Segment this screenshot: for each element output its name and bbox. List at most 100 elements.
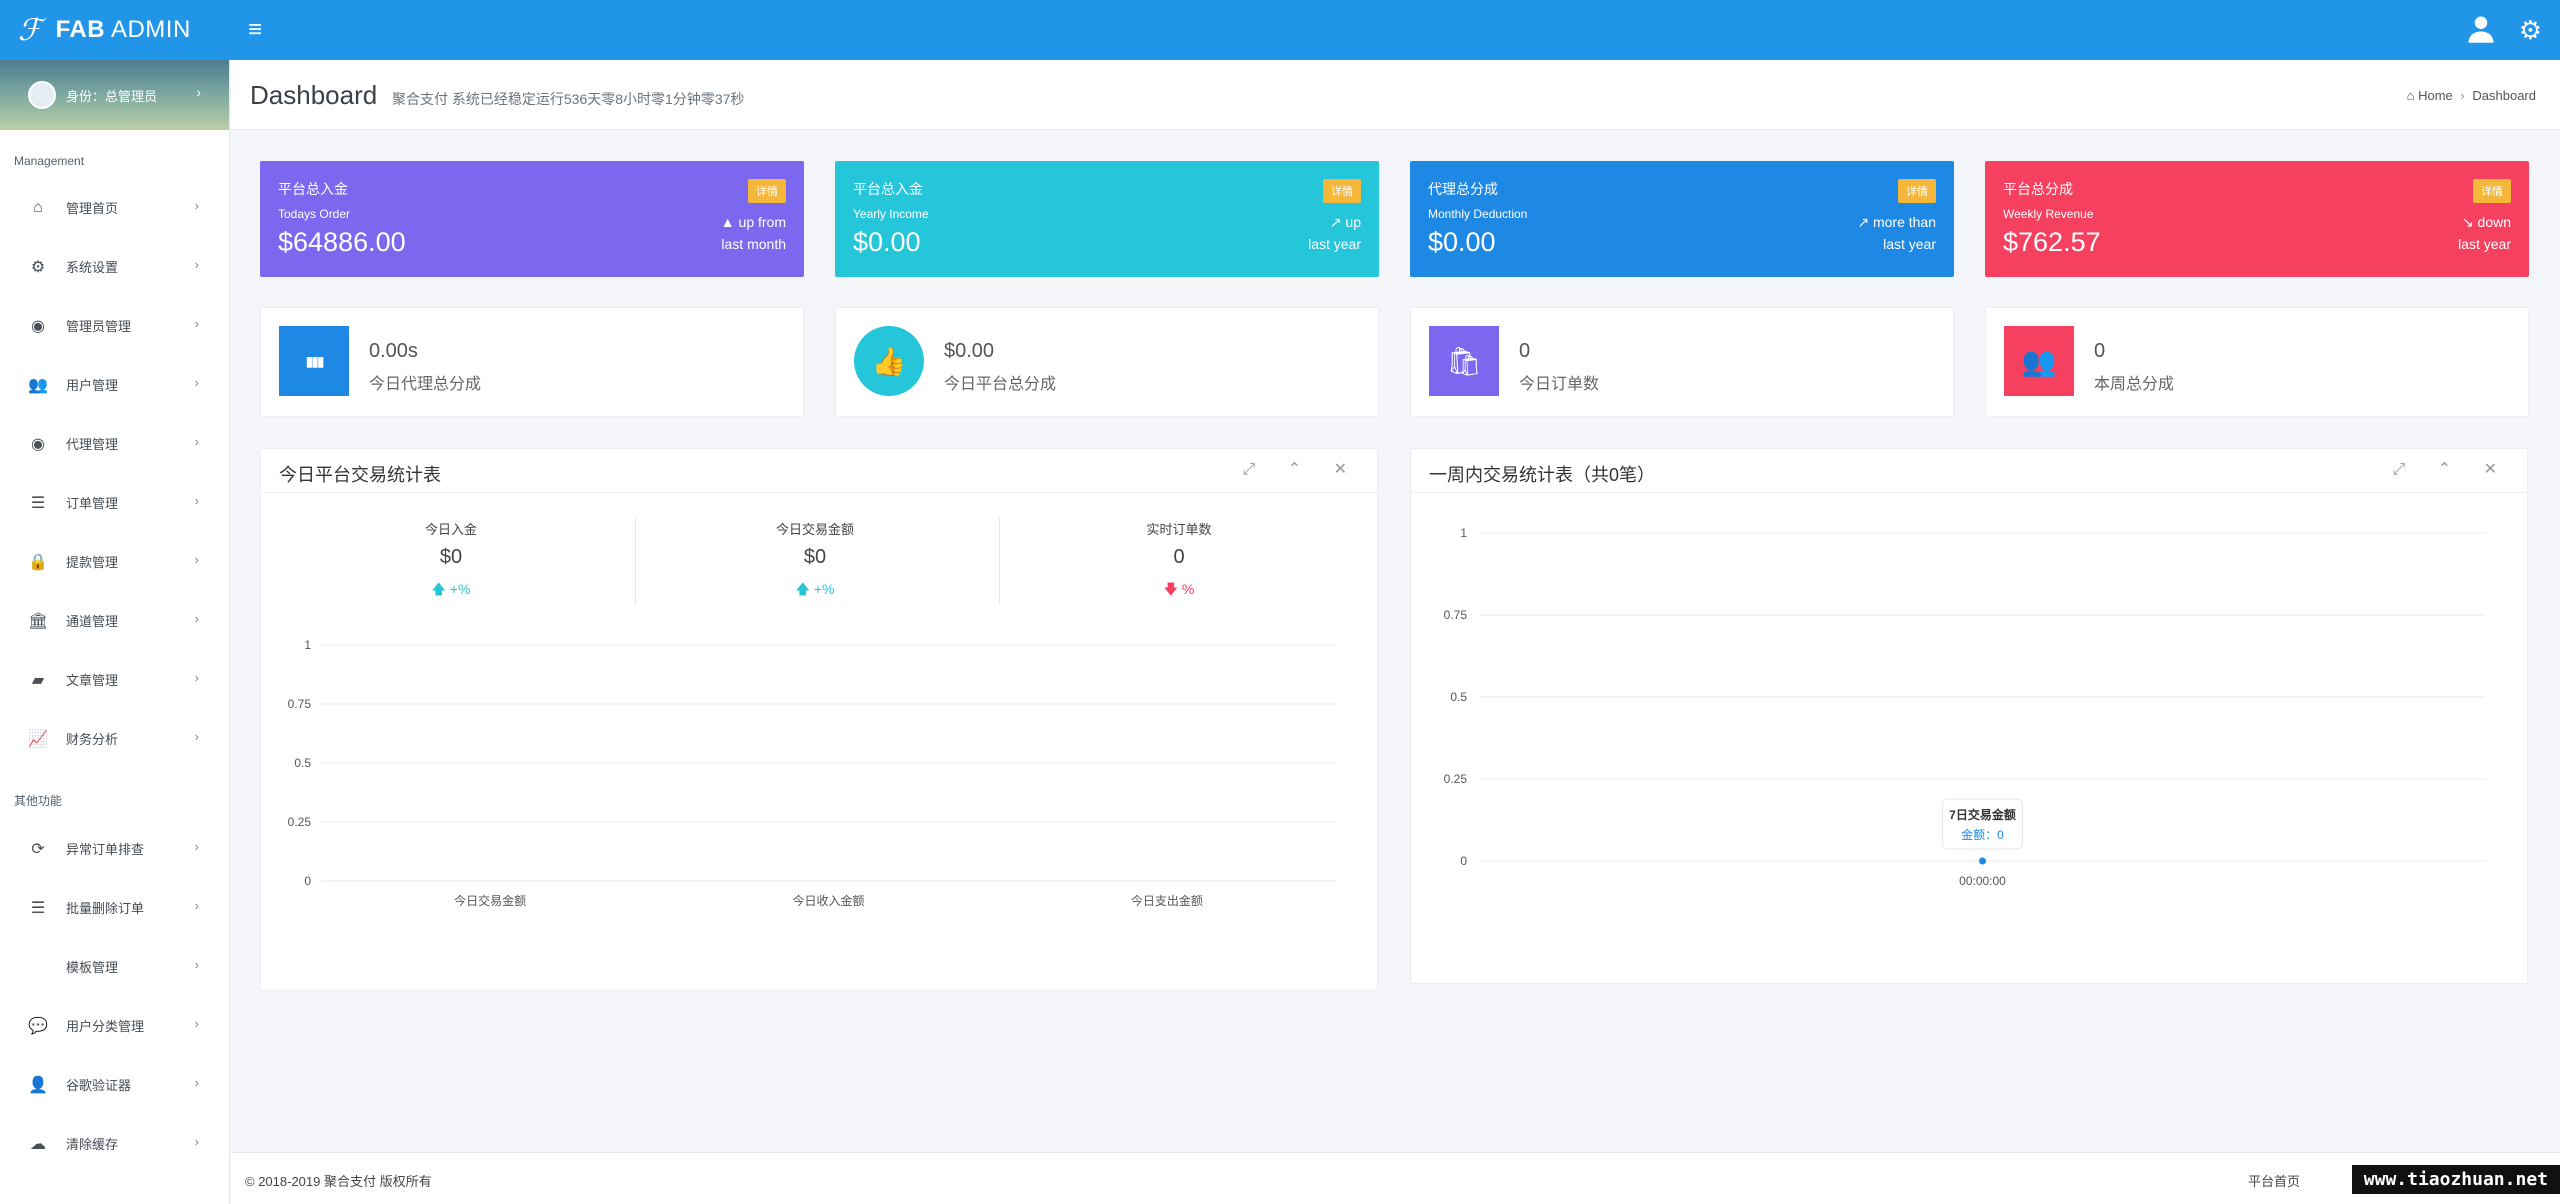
stat-card: 平台总入金 Todays Order $64886.00 详情 ▲ up from las… — [260, 161, 804, 277]
arrow-up-icon: 🡅 — [795, 581, 814, 597]
x-tick-label: 今日交易金额 — [454, 893, 526, 908]
sidebar-item-label: 提款管理 — [66, 555, 119, 570]
chevron-right-icon: › — [194, 434, 199, 449]
wechat-icon: 💬 — [28, 1017, 48, 1035]
sidebar-item[interactable]: 🏛 通道管理 › — [0, 591, 229, 650]
sidebar-item[interactable]: 💬 用户分类管理 › — [0, 996, 229, 1055]
breadcrumb-home[interactable]: Home — [2418, 88, 2453, 103]
bar-chart-icon: ▮▮▮ — [279, 326, 349, 396]
arrow-up-icon: 🡅 — [431, 581, 450, 597]
sidebar-item-label: 系统设置 — [66, 260, 119, 275]
trend-arrow-icon: ↗ — [1329, 214, 1346, 230]
sidebar-item-label: 管理首页 — [66, 201, 119, 216]
trend-period: last year — [1883, 236, 1936, 252]
weekly-line-chart: 0 0.25 0.5 0.75 1 00:00:00 7日交易金额金额：0 — [1444, 526, 2486, 888]
bank-icon: 🏛 — [28, 612, 49, 630]
mini-stat-value: $0.00 — [944, 340, 995, 362]
y-tick-label: 0.5 — [1450, 690, 1467, 704]
y-tick-label: 0.75 — [288, 697, 312, 711]
footer-link-home[interactable]: 平台首页 — [2248, 1171, 2300, 1190]
chevron-right-icon: › — [194, 670, 199, 685]
mini-stat-card: 👍 $0.00 今日平台总分成 — [835, 307, 1379, 417]
trend-period: last month — [721, 236, 786, 252]
summary-label: 今日入金 — [424, 522, 477, 537]
x-tick-label: 今日收入金额 — [792, 893, 864, 908]
sidebar-item[interactable]: ☰ 批量删除订单 › — [0, 878, 229, 937]
sidebar-item[interactable]: 模板管理 › — [0, 937, 229, 996]
chevron-right-icon: › — [194, 316, 199, 331]
sidebar-item-label: 谷歌验证器 — [66, 1078, 132, 1093]
user-icon[interactable] — [2466, 14, 2496, 44]
sidebar-item[interactable]: 👥 用户管理 › — [0, 355, 229, 414]
thumbs-up-icon: 👍 — [854, 326, 924, 396]
user-icon: 👤 — [28, 1076, 48, 1094]
breadcrumb-current: Dashboard — [2472, 88, 2536, 103]
divider — [635, 517, 636, 605]
panel-header: 一周内交易统计表（共0笔） ⤢ ⌃ ✕ — [1411, 449, 2527, 493]
logo-icon: ℱ — [18, 12, 42, 48]
chevron-right-icon: › — [194, 198, 199, 213]
app-logo[interactable]: ℱ FAB ADMIN — [0, 0, 230, 60]
line-chart-icon: 📈 — [28, 730, 48, 748]
sidebar-item[interactable]: ⟳ 异常订单排查 › — [0, 819, 229, 878]
top-navbar: ℱ FAB ADMIN ≡ ⚙ — [0, 0, 2560, 60]
y-tick-label: 1 — [304, 638, 311, 652]
panel-weekly-stats: 一周内交易统计表（共0笔） ⤢ ⌃ ✕ 0 0.25 0.5 0.75 1 00:00:0… — [1410, 448, 2528, 984]
summary-stat: 实时订单数 0 🡇 % — [999, 519, 1359, 603]
footer-copyright: © 2018-2019 聚合支付 版权所有 — [245, 1174, 432, 1189]
stat-card-title: 平台总入金 — [278, 181, 348, 197]
summary-value: $0 — [803, 546, 827, 568]
list-icon: ☰ — [30, 494, 46, 512]
stat-card-value: $0.00 — [1428, 227, 1496, 257]
stat-card-value: $762.57 — [2003, 227, 2101, 257]
breadcrumb: ⌂ Home › Dashboard — [2407, 88, 2536, 103]
sidebar-item[interactable]: ▰ 文章管理 › — [0, 650, 229, 709]
stat-card-subtitle: Monthly Deduction — [1428, 207, 1528, 221]
trend-text: down — [2477, 214, 2511, 230]
mini-stat-label: 今日订单数 — [1519, 376, 1600, 393]
sidebar-item[interactable]: 👤 谷歌验证器 › — [0, 1055, 229, 1114]
details-button[interactable]: 详情 — [1323, 179, 1361, 203]
mini-stat-label: 今日平台总分成 — [944, 376, 1057, 393]
details-button[interactable]: 详情 — [748, 179, 786, 203]
trend-line: ↘ down — [2458, 211, 2511, 233]
summary-trend: 🡅 +% — [635, 579, 995, 603]
mini-stat-value: 0.00s — [369, 340, 418, 362]
watermark-url: www.tiaozhuan.net — [2351, 1165, 2560, 1194]
sidebar-item[interactable]: ☁ 清除缓存 › — [0, 1114, 229, 1173]
sidebar-item[interactable]: 📈 财务分析 › — [0, 709, 229, 768]
trend-line: ↗ up — [1308, 211, 1361, 233]
sidebar-item[interactable]: ◉ 管理员管理 › — [0, 296, 229, 355]
refresh-icon: ⟳ — [31, 840, 45, 858]
panel-tools[interactable]: ⤢ ⌃ ✕ — [1242, 459, 1361, 479]
sidebar-item[interactable]: ⚙ 系统设置 › — [0, 237, 229, 296]
sidebar-item[interactable]: ☰ 订单管理 › — [0, 473, 229, 532]
lock-icon: 🔒 — [28, 553, 48, 571]
details-button[interactable]: 详情 — [2473, 179, 2511, 203]
settings-gear-icon[interactable]: ⚙ — [2519, 16, 2542, 44]
profile-card[interactable]: 身份：总管理员 › — [0, 60, 229, 130]
sidebar-item[interactable]: 🔒 提款管理 › — [0, 532, 229, 591]
chevron-right-icon: › — [194, 375, 199, 390]
panel-tools[interactable]: ⤢ ⌃ ✕ — [2392, 459, 2511, 479]
sidebar-item-label: 财务分析 — [66, 732, 119, 747]
chevron-right-icon: › — [194, 257, 199, 272]
data-point[interactable] — [1979, 857, 1986, 865]
menu-toggle-icon[interactable]: ≡ — [248, 16, 262, 44]
chevron-right-icon: › — [194, 839, 199, 854]
summary-stat: 今日交易金额 $0 🡅 +% — [635, 519, 995, 603]
home-icon: ⌂ — [33, 198, 43, 216]
sidebar-item[interactable]: ⌂ 管理首页 › — [0, 178, 229, 237]
sidebar-menu-other: ⟳ 异常订单排查 › ☰ 批量删除订单 › 模板管理 › 💬 用户分类管理 › 👤 谷歌验证器 › ☁ 清除缓… — [0, 819, 229, 1173]
x-tick-label: 今日支出金额 — [1131, 893, 1203, 908]
mini-stat-label: 本周总分成 — [2094, 376, 2175, 393]
sidebar-item-label: 订单管理 — [66, 496, 119, 511]
trend-period: last year — [1308, 236, 1361, 252]
sidebar-item-label: 代理管理 — [66, 437, 119, 452]
stat-card: 平台总入金 Yearly Income $0.00 详情 ↗ up last year — [835, 161, 1379, 277]
y-tick-label: 0.5 — [294, 756, 311, 770]
sidebar-item[interactable]: ◉ 代理管理 › — [0, 414, 229, 473]
details-button[interactable]: 详情 — [1898, 179, 1936, 203]
tooltip-title: 7日交易金额 — [1949, 807, 2016, 822]
sidebar-group-management: Management — [14, 154, 85, 168]
